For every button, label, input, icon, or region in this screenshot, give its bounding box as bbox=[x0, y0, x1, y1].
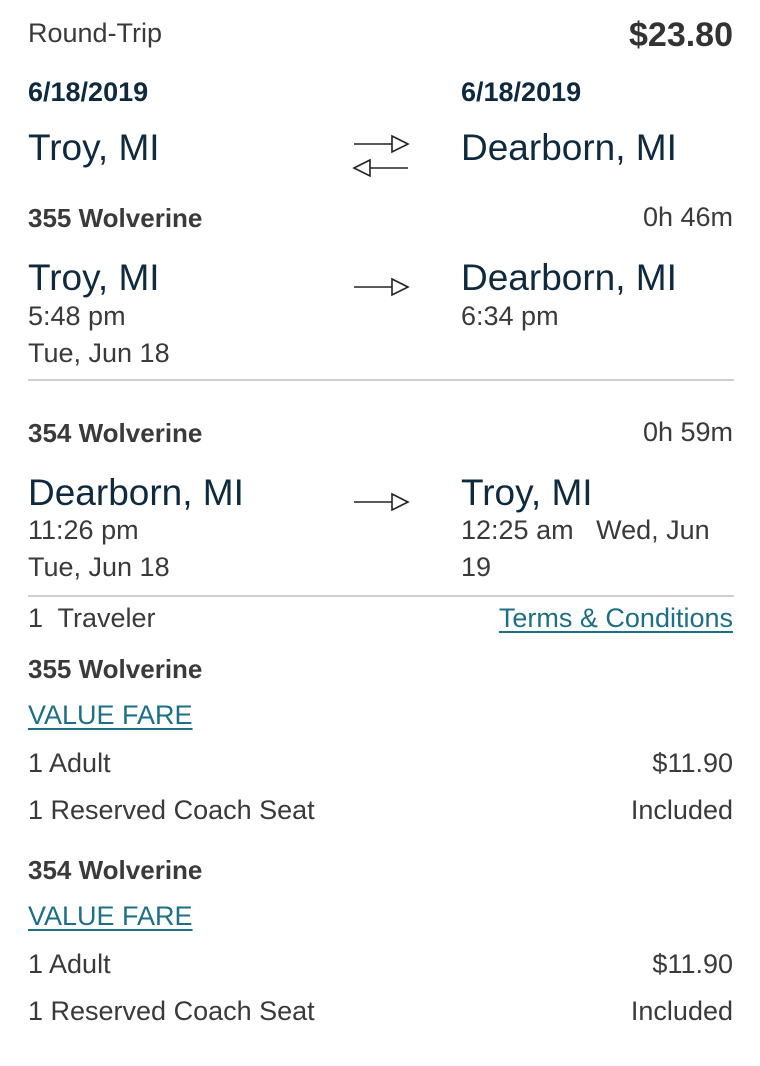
divider bbox=[28, 595, 734, 597]
segment-1-to-city: Dearborn, MI bbox=[461, 257, 677, 298]
segment-2-arrive-date: 19 bbox=[461, 552, 492, 582]
fare-2-train: 354 Wolverine bbox=[28, 855, 203, 885]
segment-1-from-city: Troy, MI bbox=[28, 257, 160, 298]
segment-1-train: 355 Wolverine bbox=[28, 203, 203, 233]
origin-city: Troy, MI bbox=[28, 127, 160, 168]
fare-2-adult-label: 1 Adult bbox=[28, 949, 111, 979]
segment-2-to-city: Troy, MI bbox=[461, 472, 593, 513]
fare-1-value-fare-link[interactable]: VALUE FARE bbox=[28, 700, 193, 731]
segment-2-depart-time: 11:26 pm bbox=[28, 515, 139, 545]
fare-1-adult-price: $11.90 bbox=[652, 748, 733, 778]
terms-conditions-link[interactable]: Terms & Conditions bbox=[499, 603, 733, 634]
total-price: $23.80 bbox=[629, 16, 733, 54]
fare-1-adult-label: 1 Adult bbox=[28, 748, 111, 778]
segment-1-duration: 0h 46m bbox=[642, 202, 733, 232]
right-arrow-icon bbox=[354, 492, 410, 512]
destination-city: Dearborn, MI bbox=[461, 127, 677, 168]
divider bbox=[28, 379, 734, 381]
fare-1-seat-value: Included bbox=[630, 795, 733, 825]
segment-1-depart-date: Tue, Jun 18 bbox=[28, 338, 170, 368]
return-date: 6/18/2019 bbox=[461, 77, 582, 107]
segment-2-arrive-time: 12:25 am Wed, Jun bbox=[461, 515, 710, 545]
traveler-count: 1 Traveler bbox=[28, 603, 156, 633]
right-arrow-icon bbox=[354, 277, 410, 297]
fare-2-value-fare-link[interactable]: VALUE FARE bbox=[28, 901, 193, 932]
round-trip-arrows-icon bbox=[352, 134, 410, 178]
segment-2-duration: 0h 59m bbox=[642, 417, 733, 447]
fare-1-seat-label: 1 Reserved Coach Seat bbox=[28, 795, 315, 825]
segment-1-arrive-time: 6:34 pm bbox=[461, 301, 559, 331]
depart-date: 6/18/2019 bbox=[28, 77, 149, 107]
segment-2-depart-date: Tue, Jun 18 bbox=[28, 552, 170, 582]
fare-2-adult-price: $11.90 bbox=[652, 949, 733, 979]
fare-2-seat-value: Included bbox=[630, 996, 733, 1026]
fare-1-train: 355 Wolverine bbox=[28, 654, 203, 684]
segment-2-from-city: Dearborn, MI bbox=[28, 472, 244, 513]
fare-2-seat-label: 1 Reserved Coach Seat bbox=[28, 996, 315, 1026]
segment-1-depart-time: 5:48 pm bbox=[28, 301, 126, 331]
segment-2-train: 354 Wolverine bbox=[28, 418, 203, 448]
trip-type: Round-Trip bbox=[28, 18, 163, 48]
